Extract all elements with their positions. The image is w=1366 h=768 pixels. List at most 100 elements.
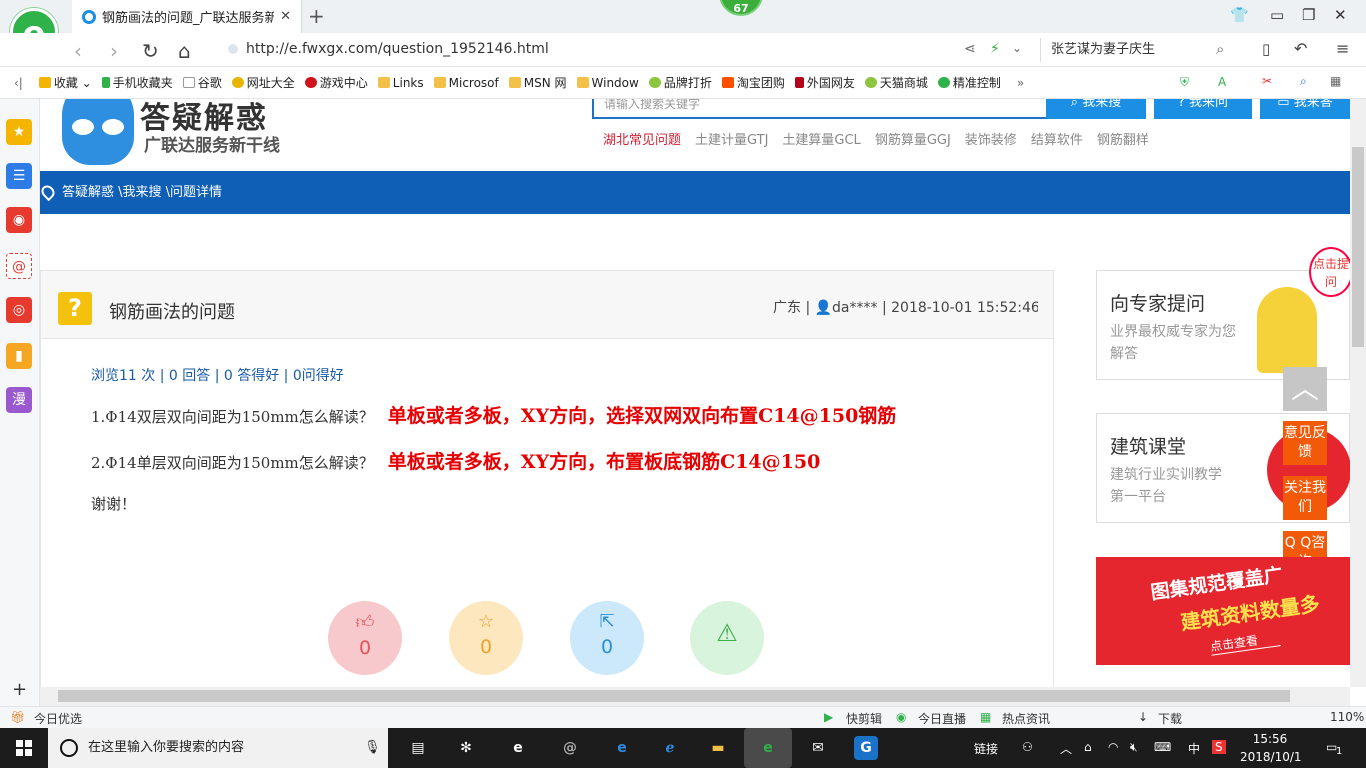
chevron-down-icon[interactable]: ⌄: [1012, 41, 1022, 55]
bookmark-item[interactable]: 网址大全: [231, 74, 295, 91]
bookmark-item[interactable]: 谷歌: [182, 74, 222, 91]
hot-link[interactable]: 钢筋翻样: [1097, 129, 1149, 148]
bookmark-item[interactable]: MSN 网: [508, 74, 567, 91]
glodon-app-icon[interactable]: G: [854, 736, 878, 760]
today-picks-link[interactable]: 今日优选: [34, 710, 82, 727]
tray-link-label[interactable]: 链接: [974, 740, 998, 757]
report-button[interactable]: ⚠: [690, 601, 764, 675]
browser-tab[interactable]: 钢筋画法的问题_广联达服务新干 ✕: [72, 0, 302, 33]
ime-indicator[interactable]: 中: [1188, 740, 1200, 757]
minimize-button[interactable]: ▭: [1270, 6, 1284, 24]
ask-expert-box[interactable]: 向专家提问 业界最权威专家为您解答 点击提问: [1096, 247, 1350, 380]
scissors-icon[interactable]: ✂: [1262, 74, 1272, 88]
vertical-scrollbar[interactable]: [1350, 99, 1366, 687]
add-sidebar-icon[interactable]: +: [12, 679, 27, 700]
more-bookmarks-icon[interactable]: »: [1017, 76, 1024, 90]
sidebar-toggle-icon[interactable]: ‹|: [14, 76, 23, 90]
back-icon[interactable]: ‹: [74, 39, 82, 63]
shirt-skin-icon[interactable]: 👕: [1230, 6, 1249, 24]
app-swirl-icon[interactable]: @: [558, 736, 582, 760]
bookmark-item[interactable]: 天猫商城: [864, 74, 928, 91]
taskbar-search[interactable]: 在这里输入你要搜索的内容 🎙︎: [48, 728, 388, 768]
status-item[interactable]: 快剪辑: [846, 710, 882, 727]
url-field[interactable]: http://e.fwxgx.com/question_1952146.html: [228, 41, 549, 57]
phone-icon[interactable]: ▯: [1262, 40, 1270, 58]
bookmark-item[interactable]: 收藏 ⌄: [38, 74, 92, 91]
horizontal-scrollbar[interactable]: [40, 687, 1350, 706]
hot-link[interactable]: 钢筋算量GGJ: [875, 129, 951, 148]
ask-button[interactable]: ? 我来问: [1154, 99, 1252, 119]
keyboard-icon[interactable]: ⌨: [1154, 740, 1171, 754]
status-item[interactable]: 下载: [1158, 710, 1182, 727]
share-button[interactable]: ⇱ 0: [570, 601, 644, 675]
menu-icon[interactable]: ≡: [1336, 39, 1349, 58]
taskbar-search-input[interactable]: 在这里输入你要搜索的内容: [88, 740, 244, 755]
ask-bubble[interactable]: 点击提问: [1309, 247, 1350, 297]
network-icon[interactable]: ⌂: [1084, 740, 1092, 754]
people-icon[interactable]: ⚇: [1022, 740, 1033, 754]
status-item[interactable]: 热点资讯: [1002, 710, 1050, 727]
hot-link[interactable]: 土建计量GTJ: [695, 129, 768, 148]
refresh-icon[interactable]: ↻: [142, 39, 159, 63]
edge-icon[interactable]: e: [610, 736, 634, 760]
search-button[interactable]: ⌕ 我来搜: [1046, 99, 1146, 119]
hot-search-field[interactable]: 张艺谋为妻子庆生: [1040, 38, 1240, 62]
bookmark-item[interactable]: 精准控制: [937, 74, 1001, 91]
gamepad-icon[interactable]: ◎: [6, 297, 32, 323]
mail-icon[interactable]: @: [6, 253, 32, 279]
bookmark-item[interactable]: Links: [377, 76, 424, 90]
undo-icon[interactable]: ↶: [1294, 39, 1307, 58]
pinwheel-icon[interactable]: ✻: [454, 736, 478, 760]
bookmark-item[interactable]: 游戏中心: [304, 74, 368, 91]
lightning-icon[interactable]: ⚡: [990, 41, 1000, 57]
grid-icon[interactable]: ▦: [1330, 74, 1341, 88]
tab-close-icon[interactable]: ✕: [280, 9, 291, 24]
breadcrumb-text[interactable]: 答疑解惑 \我来搜 \问题详情: [62, 185, 222, 200]
hot-link[interactable]: 结算软件: [1031, 129, 1083, 148]
weibo-icon[interactable]: ◉: [6, 207, 32, 233]
hot-link[interactable]: 装饰装修: [965, 129, 1017, 148]
bookmark-item[interactable]: 手机收藏夹: [101, 74, 173, 91]
answer-button[interactable]: ▭ 我来答: [1260, 99, 1350, 119]
mail-icon[interactable]: ✉: [806, 736, 830, 760]
browser-e-icon[interactable]: e: [506, 736, 530, 760]
active-browser-icon[interactable]: e: [744, 728, 792, 768]
microphone-icon[interactable]: 🎙︎: [364, 728, 381, 768]
close-window-button[interactable]: ✕: [1334, 6, 1347, 24]
maximize-button[interactable]: ❐: [1302, 6, 1315, 24]
forward-icon[interactable]: ›: [110, 39, 118, 63]
bookmark-item[interactable]: Microsof: [433, 76, 499, 90]
file-explorer-icon[interactable]: ▬: [706, 736, 730, 760]
hot-link[interactable]: 土建算量GCL: [782, 129, 860, 148]
search-icon[interactable]: ⌕: [1216, 40, 1224, 58]
favorites-star-icon[interactable]: ★: [6, 119, 32, 145]
new-tab-button[interactable]: +: [308, 4, 325, 28]
bookmark-item[interactable]: 淘宝团购: [721, 74, 785, 91]
clock[interactable]: 15:56 2018/10/1: [1240, 730, 1302, 766]
tray-chevron-icon[interactable]: ︿: [1060, 740, 1072, 757]
favorite-button[interactable]: ☆ 0: [449, 601, 523, 675]
book-icon[interactable]: ▮: [6, 343, 32, 369]
ie-icon[interactable]: ℯ: [658, 736, 682, 760]
bookmark-item[interactable]: 品牌打折: [648, 74, 712, 91]
like-button[interactable]: 👍︎ 0: [328, 601, 402, 675]
banner-link[interactable]: 点击查看: [1209, 628, 1281, 656]
translate-icon[interactable]: A: [1218, 75, 1226, 89]
zoom-level[interactable]: 110%: [1330, 710, 1364, 724]
search-box[interactable]: 请输入搜索关键字: [592, 99, 1048, 119]
notification-counter-badge[interactable]: 67: [719, 0, 763, 16]
feedback-button[interactable]: 意见反馈: [1283, 421, 1327, 465]
windows-start-icon[interactable]: [16, 740, 32, 756]
bookmark-item[interactable]: 外国网友: [794, 74, 855, 91]
shield-icon[interactable]: ⛨: [1180, 75, 1189, 90]
hot-link[interactable]: 湖北常见问题: [603, 129, 681, 148]
volume-icon[interactable]: 🔇︎: [1130, 740, 1138, 755]
promo-banner[interactable]: 图集规范覆盖广 建筑资料数量多 点击查看: [1096, 557, 1350, 665]
back-to-top-button[interactable]: ︿: [1283, 367, 1327, 411]
site-logo[interactable]: 答疑解惑 广联达服务新干线: [50, 99, 310, 169]
scrollbar-thumb[interactable]: [58, 690, 1290, 702]
magnifier-icon[interactable]: ⌕: [1300, 74, 1307, 89]
bookmark-item[interactable]: Window: [576, 76, 639, 90]
share-icon[interactable]: ⋖: [964, 41, 976, 57]
scrollbar-thumb[interactable]: [1352, 147, 1364, 347]
